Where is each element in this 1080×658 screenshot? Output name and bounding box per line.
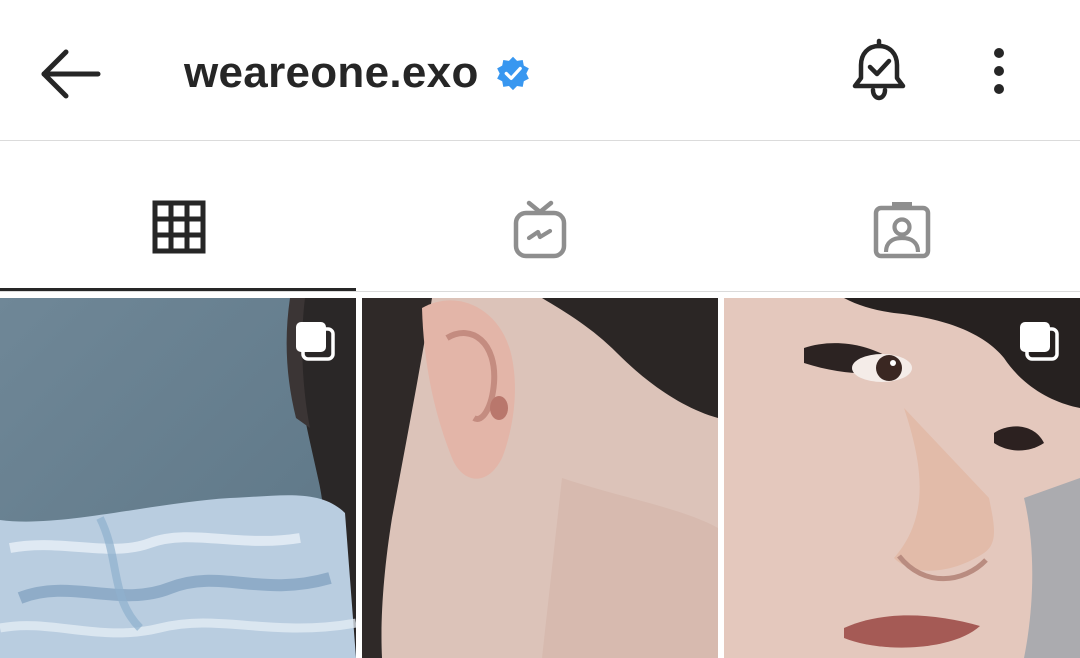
grid-post[interactable] [724, 298, 1080, 658]
more-vertical-icon [994, 48, 1004, 94]
post-photo [362, 298, 718, 658]
profile-title: weareone.exo [184, 40, 531, 106]
verified-badge-icon [496, 56, 529, 91]
profile-header: weareone.exo [0, 0, 1080, 141]
igtv-icon [513, 200, 567, 259]
profile-tabs [0, 142, 1080, 292]
posts-grid [0, 298, 1080, 658]
tabs-divider [0, 291, 1080, 292]
bell-check-icon [852, 38, 906, 101]
notifications-button[interactable] [846, 38, 912, 104]
grid-post[interactable] [0, 298, 356, 658]
tab-tagged[interactable] [720, 142, 1080, 292]
more-options-button[interactable] [978, 44, 1020, 100]
grid-post[interactable] [362, 298, 718, 658]
back-button[interactable] [38, 44, 104, 104]
tab-posts[interactable] [0, 142, 360, 292]
multiple-photos-icon [1020, 322, 1059, 361]
tagged-person-icon [873, 202, 931, 259]
username-label: weareone.exo [184, 48, 479, 97]
tab-igtv[interactable] [360, 142, 720, 292]
arrow-left-icon [41, 49, 101, 99]
grid-icon [152, 200, 206, 254]
multiple-photos-icon [296, 322, 335, 361]
